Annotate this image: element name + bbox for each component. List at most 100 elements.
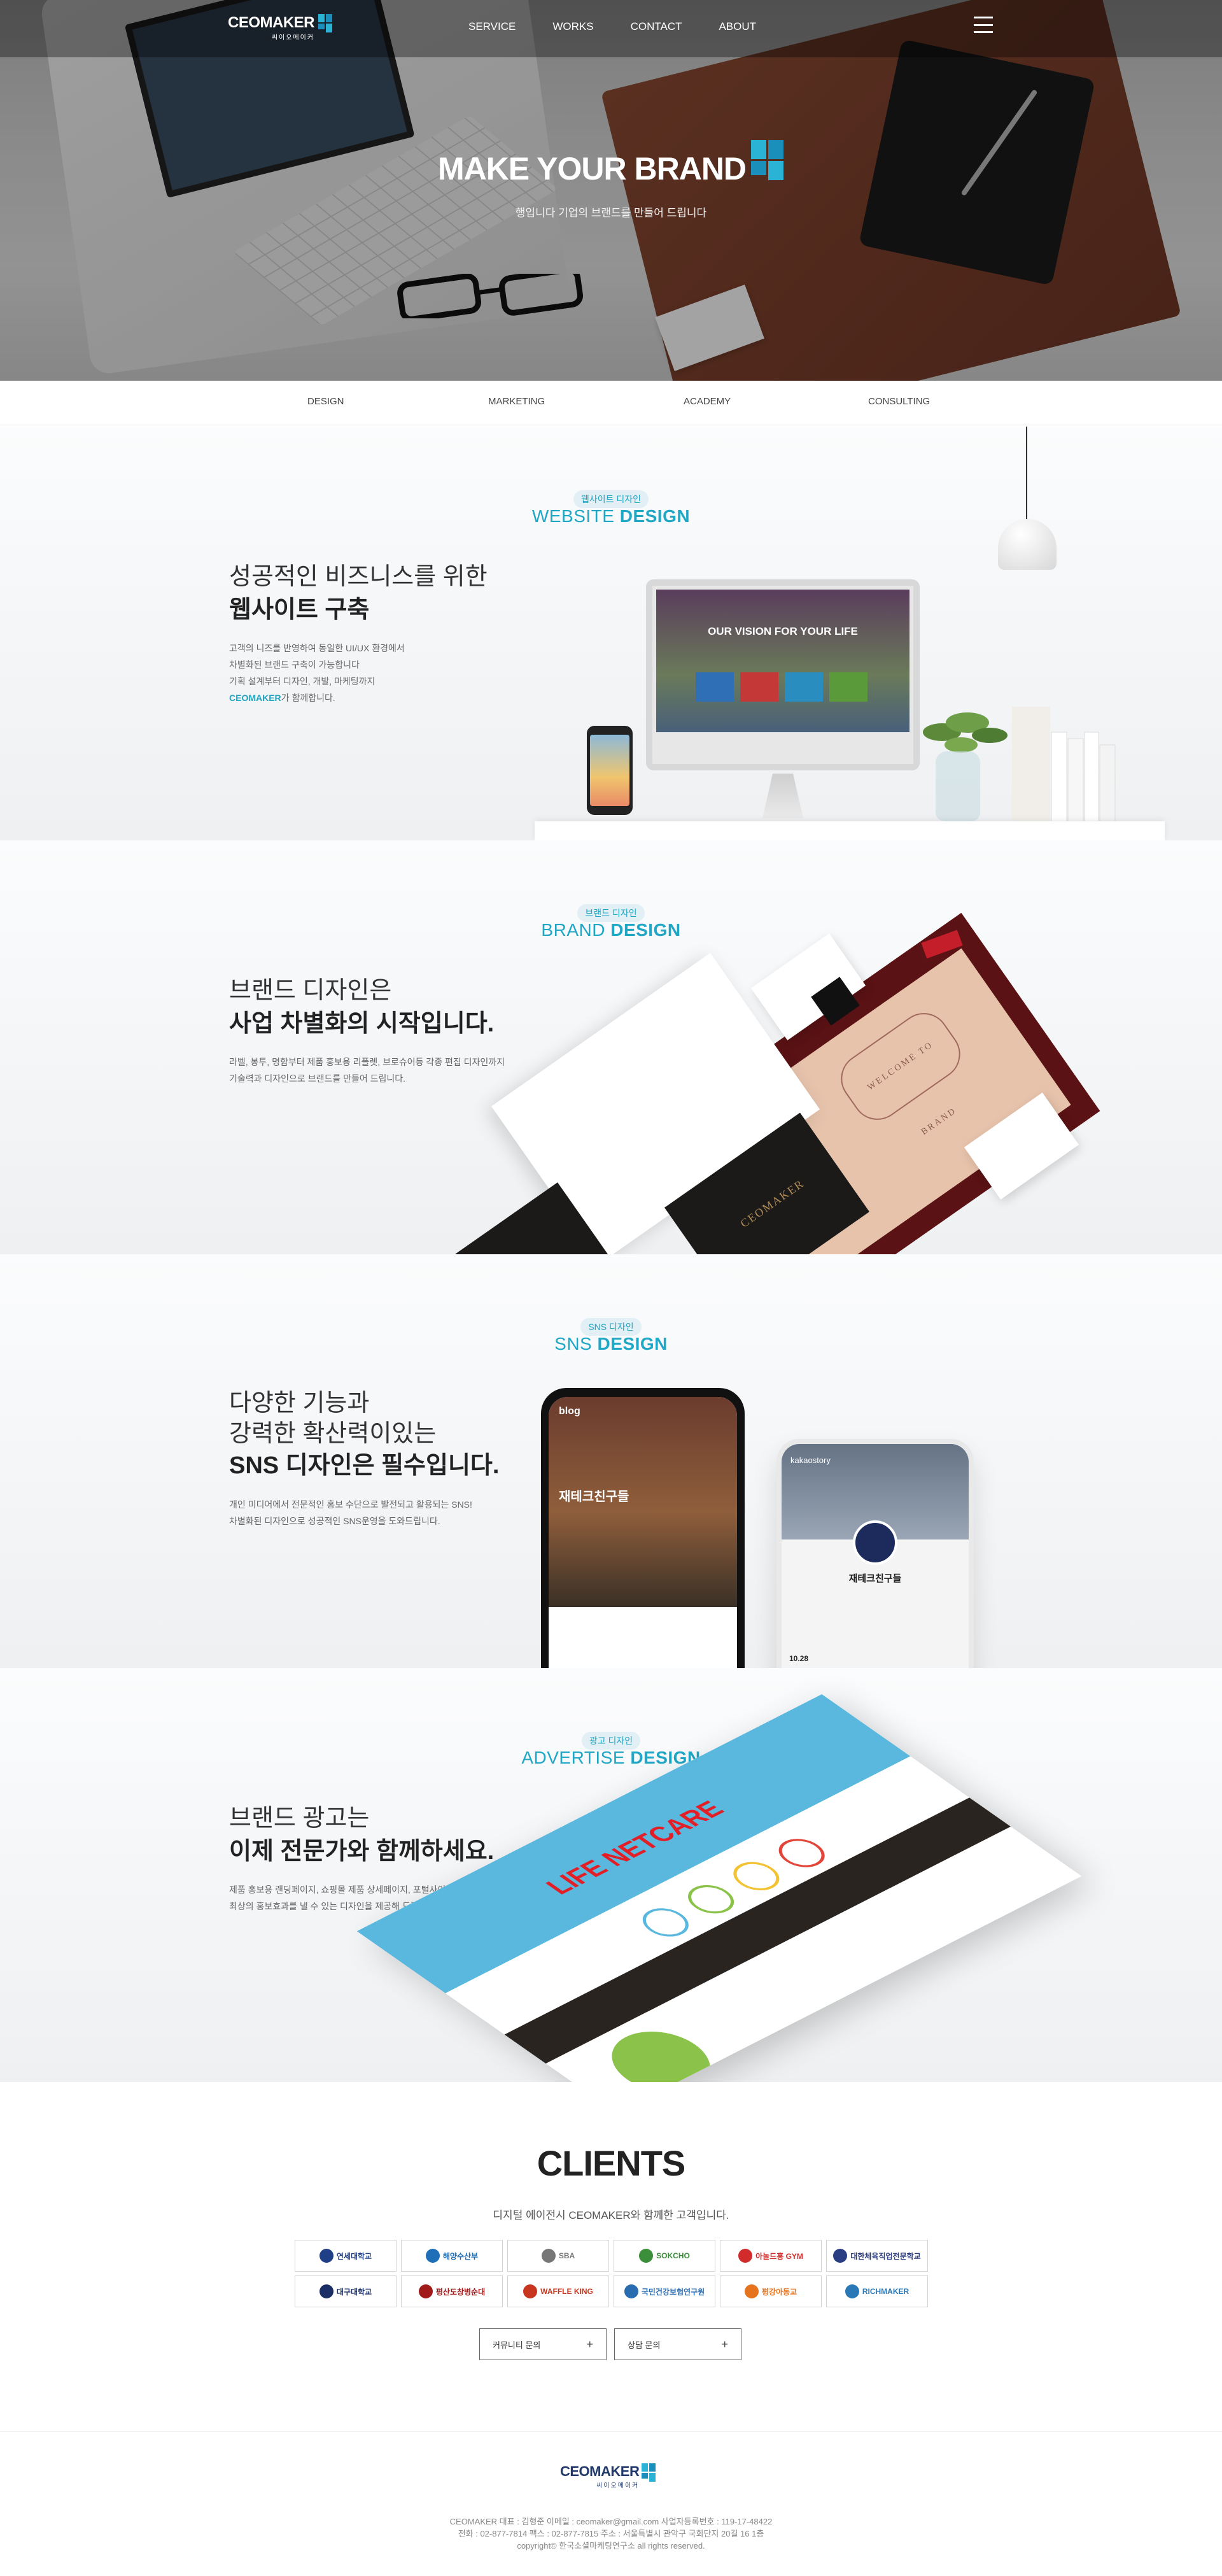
monitor-tile xyxy=(785,672,823,702)
tab-consulting[interactable]: CONSULTING xyxy=(868,396,930,407)
tab-design[interactable]: DESIGN xyxy=(307,396,344,407)
category-tabs: DESIGN MARKETING ACADEMY CONSULTING xyxy=(0,381,1222,425)
client-logo: 대구대학교 xyxy=(295,2275,397,2307)
client-logo: RICHMAKER xyxy=(826,2275,928,2307)
client-logo-name: 국민건강보험연구원 xyxy=(641,2287,705,2296)
client-logo-icon xyxy=(738,2249,753,2263)
menu-hamburger-icon[interactable] xyxy=(974,17,993,33)
ad-circle xyxy=(678,1879,744,1920)
blog-label: blog xyxy=(559,1406,580,1417)
cta-label: 상담 문의 xyxy=(628,2340,661,2350)
desk-shelf xyxy=(535,821,1165,840)
section-heading-light: 다양한 기능과 xyxy=(229,1390,370,1417)
client-logo-icon xyxy=(418,2284,433,2298)
client-logo-name: RICHMAKER xyxy=(862,2287,909,2296)
site-logo[interactable]: CEOMAKER 씨이오메이커 xyxy=(228,14,333,42)
top-navigation-bar: CEOMAKER 씨이오메이커 SERVICE WORKS CONTACT AB… xyxy=(0,0,1222,57)
ad-circle xyxy=(769,1833,834,1873)
tab-academy[interactable]: ACADEMY xyxy=(684,396,731,407)
client-logo: 대한체육직업전문학교 xyxy=(826,2240,928,2272)
site-footer: CEOMAKER 씨이오메이커 CEOMAKER 대표 : 김형준 이메일 : … xyxy=(0,2431,1222,2576)
section-heading-bold: 웹사이트 구축 xyxy=(229,597,370,623)
client-logo: SBA xyxy=(507,2240,609,2272)
community-inquiry-button[interactable]: 커뮤니티 문의 + xyxy=(479,2328,607,2360)
logo-text: CEOMAKER xyxy=(228,14,315,31)
section-kicker: 광고 디자인 xyxy=(0,1732,1222,1750)
kakaostory-phone-image: kakaostory 재테크친구들 10.28 xyxy=(776,1439,974,1668)
section-kicker: SNS 디자인 xyxy=(0,1318,1222,1336)
monitor-screen: OUR VISION FOR YOUR LIFE xyxy=(656,590,909,732)
client-logo-icon xyxy=(845,2284,859,2298)
hero-title: MAKE YOUR BRAND xyxy=(0,140,1222,187)
footer-info-line: CEOMAKER 대표 : 김형준 이메일 : ceomaker@gmail.c… xyxy=(449,2517,773,2526)
pendant-lamp-image xyxy=(998,519,1057,570)
client-logo-name: 평산도창병순대 xyxy=(435,2287,486,2296)
nav-works[interactable]: WORKS xyxy=(552,20,593,33)
nav-about[interactable]: ABOUT xyxy=(719,20,756,33)
client-logo: WAFFLE KING xyxy=(507,2275,609,2307)
clients-title: CLIENTS xyxy=(537,2143,686,2183)
client-logo: 아놀드홍 GYM xyxy=(720,2240,822,2272)
client-logo: 국민건강보험연구원 xyxy=(614,2275,715,2307)
consult-inquiry-button[interactable]: 상담 문의 + xyxy=(614,2328,741,2360)
monitor-tile xyxy=(696,672,734,702)
hero-title-text: MAKE YOUR BRAND xyxy=(437,151,747,187)
client-logo-name: 대한체육직업전문학교 xyxy=(850,2251,921,2261)
section-kicker: 웹사이트 디자인 xyxy=(0,490,1222,508)
kakaostory-date: 10.28 xyxy=(789,1654,809,1663)
client-logo-icon xyxy=(624,2284,638,2298)
section-website-design: 웹사이트 디자인 WEBSITE DESIGN 성공적인 비즈니스를 위한 웹사… xyxy=(0,427,1222,840)
monitor-stand xyxy=(762,774,803,818)
section-body: 고객의 니즈를 반영하여 동일한 UI/UX 환경에서 차별화된 브랜드 구축이… xyxy=(229,643,405,703)
client-logo-name: 연세대학교 xyxy=(336,2251,372,2261)
section-heading-light: 브랜드 디자인은 xyxy=(229,977,392,1004)
section-title: ADVERTISE DESIGN xyxy=(521,1748,701,1767)
client-logo-icon xyxy=(639,2249,654,2263)
nav-contact[interactable]: CONTACT xyxy=(631,20,682,33)
monitor-image: OUR VISION FOR YOUR LIFE xyxy=(646,579,920,770)
footer-logo-text: CEOMAKER xyxy=(560,2463,640,2479)
footer-copyright: copyright© 한국소셜마케팅연구소 all rights reserve… xyxy=(517,2541,705,2551)
client-logo: 해양수산부 xyxy=(401,2240,503,2272)
client-logo-grid: 연세대학교 해양수산부 SBA SOKCHO 아놀드홍 GYM 대한체육직업전문학교 대구대… xyxy=(295,2240,929,2307)
section-brand-design: 브랜드 디자인 BRAND DESIGN 브랜드 디자인은 사업 차별화의 시작… xyxy=(0,840,1222,1254)
nav-service[interactable]: SERVICE xyxy=(468,20,516,33)
client-logo-name: 대구대학교 xyxy=(336,2287,372,2296)
section-advertise-design: 광고 디자인 ADVERTISE DESIGN 브랜드 광고는 이제 전문가와 … xyxy=(0,1668,1222,2082)
client-logo-icon xyxy=(425,2249,440,2263)
client-logo: 평강아동교 xyxy=(720,2275,822,2307)
section-heading-light: 강력한 확산력이있는 xyxy=(229,1420,437,1447)
section-sns-design: SNS 디자인 SNS DESIGN 다양한 기능과 강력한 확산력이있는 SN… xyxy=(0,1254,1222,1668)
books-image xyxy=(1012,707,1116,821)
section-title: BRAND DESIGN xyxy=(541,920,681,940)
plus-icon: + xyxy=(721,2337,728,2351)
section-heading-bold: SNS 디자인은 필수입니다. xyxy=(229,1452,500,1479)
plus-icon: + xyxy=(586,2337,593,2351)
kakaostory-title: 재테크친구들 xyxy=(848,1573,902,1584)
monitor-headline: OUR VISION FOR YOUR LIFE xyxy=(708,625,858,637)
hero-subtitle: 행입니다 기업의 브랜드를 만들어 드립니다 xyxy=(515,207,707,219)
client-logo-icon xyxy=(319,2249,334,2263)
client-logo-icon xyxy=(523,2284,538,2298)
client-logo-name: WAFFLE KING xyxy=(540,2287,593,2296)
kakaostory-label: kakaostory xyxy=(790,1455,831,1465)
ad-headline: LIFE NETCARE xyxy=(539,1796,731,1899)
tab-marketing[interactable]: MARKETING xyxy=(488,396,545,407)
footer-info: CEOMAKER 대표 : 김형준 이메일 : ceomaker@gmail.c… xyxy=(0,2516,1222,2552)
footer-logo[interactable]: CEOMAKER 씨이오메이커 xyxy=(560,2463,656,2489)
cta-label: 커뮤니티 문의 xyxy=(493,2340,541,2350)
section-body: 개인 미디어에서 전문적인 홍보 수단으로 발전되고 활용되는 SNS! 차별화… xyxy=(229,1499,472,1526)
section-heading-light: 성공적인 비즈니스를 위한 xyxy=(229,563,488,590)
clients-subtitle: 디지털 에이전시 CEOMAKER와 함께한 고객입니다. xyxy=(493,2209,729,2221)
section-title: SNS DESIGN xyxy=(554,1334,668,1354)
logo-subtext: 씨이오메이커 xyxy=(271,34,315,41)
client-logo-icon xyxy=(541,2249,556,2263)
ad-circle xyxy=(724,1856,789,1896)
monitor-tile xyxy=(829,672,867,702)
main-nav: SERVICE WORKS CONTACT ABOUT xyxy=(468,20,793,33)
client-logo-name: SBA xyxy=(558,2251,575,2260)
client-logo-icon xyxy=(744,2284,759,2298)
client-logo: 연세대학교 xyxy=(295,2240,397,2272)
section-heading-bold: 사업 차별화의 시작입니다. xyxy=(229,1010,495,1037)
client-logo-icon xyxy=(833,2249,848,2263)
